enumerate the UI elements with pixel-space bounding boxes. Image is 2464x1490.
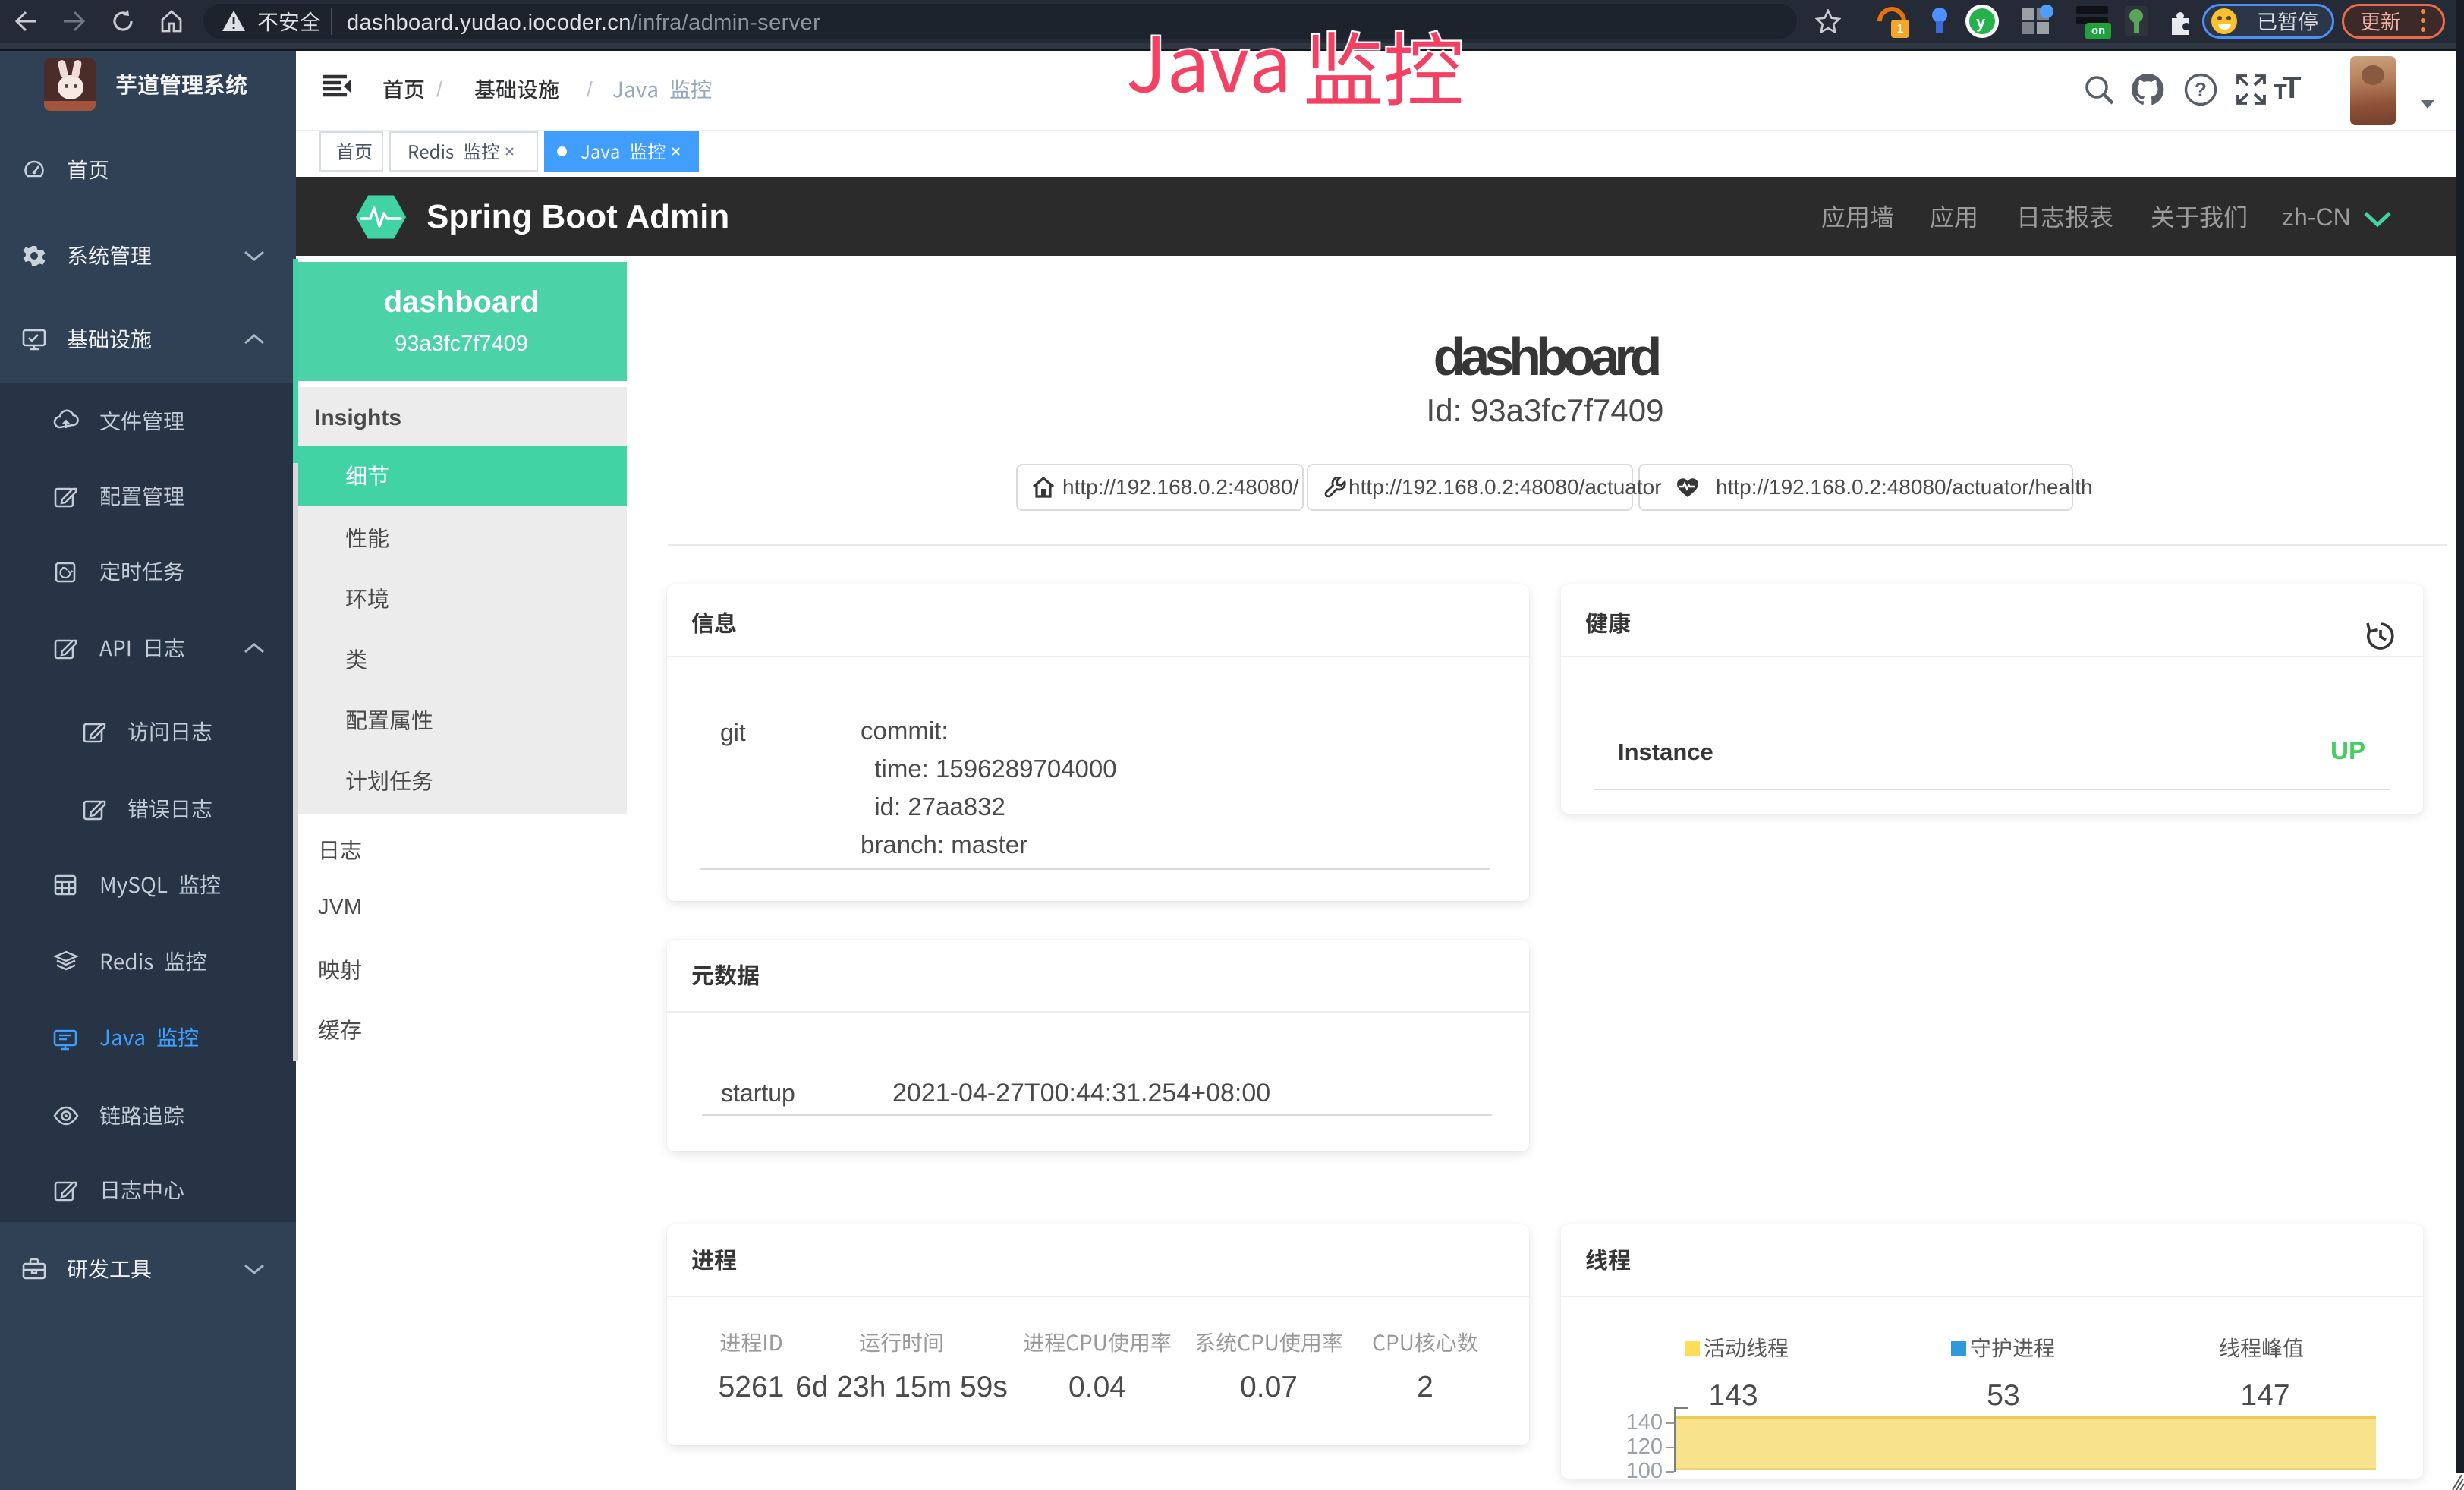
svg-text:?: ? [2195,78,2207,101]
